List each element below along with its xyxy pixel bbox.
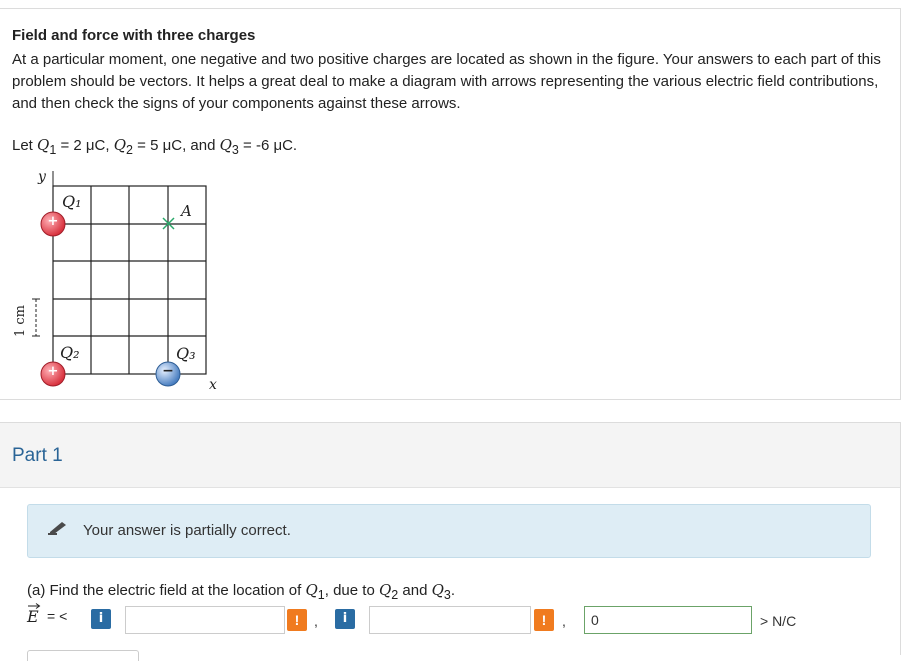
problem-card: Field and force with three charges At a … <box>0 8 901 400</box>
scale-label: 1 cm <box>13 305 28 337</box>
equals-open: = < <box>47 608 68 624</box>
part-section: Part 1 Your answer is partially correct.… <box>0 422 901 661</box>
point-a-label: A <box>179 202 192 220</box>
feedback-text: Your answer is partially correct. <box>83 522 291 539</box>
question-and: and <box>398 582 432 599</box>
q3-symbol: Q <box>219 136 232 154</box>
q2-sub: 2 <box>126 143 133 157</box>
charge-q2-sign: + <box>48 364 59 379</box>
charge-q1-sign: + <box>48 214 59 229</box>
warning-button-y[interactable]: ! <box>534 609 554 631</box>
question-mid: , due to <box>324 582 379 599</box>
q2-symbol: Q <box>113 136 127 154</box>
let-prefix: Let <box>12 137 38 154</box>
q1-value: = 2 μC, <box>56 137 114 154</box>
e-symbol: E <box>27 607 39 626</box>
question-q1: Q <box>305 581 318 599</box>
question-q1-sub: 1 <box>317 588 325 602</box>
question-end: . <box>450 582 456 599</box>
part-header: Part 1 <box>0 423 900 488</box>
part-title: Part 1 <box>12 445 63 466</box>
x-component-input[interactable] <box>125 606 285 634</box>
charge-q3-sign: − <box>162 363 174 379</box>
x-axis-label: x <box>209 377 217 393</box>
question-q3-sub: 3 <box>443 588 451 602</box>
info-button-x[interactable]: i <box>91 609 111 629</box>
question-q2: Q <box>378 581 392 599</box>
charge-q1-label: Q₁ <box>62 192 82 211</box>
answer-row: E = < i ! , i ! , > N/C <box>27 603 877 635</box>
problem-title: Field and force with three charges <box>12 27 256 44</box>
unit-label: > N/C <box>760 613 797 629</box>
charge-values: Let Q1 = 2 μC, Q2 = 5 μC, and Q3 = -6 μC… <box>12 136 297 157</box>
question-q3: Q <box>431 581 444 599</box>
problem-description: At a particular moment, one negative and… <box>12 51 881 112</box>
charge-q3-label: Q₃ <box>176 344 196 363</box>
warning-button-x[interactable]: ! <box>287 609 307 631</box>
y-component-input[interactable] <box>369 606 531 634</box>
q1-symbol: Q <box>37 136 50 154</box>
comma-1: , <box>314 613 318 629</box>
y-axis-label: y <box>37 169 47 185</box>
question-text: (a) Find the electric field at the locat… <box>27 581 455 602</box>
pencil-icon <box>48 522 66 535</box>
z-component-input[interactable] <box>584 606 752 634</box>
scale-bar <box>32 298 40 337</box>
next-element-stub <box>27 650 139 661</box>
comma-2: , <box>562 613 566 629</box>
charge-q2-label: Q₂ <box>60 343 80 362</box>
q3-value: = -6 μC. <box>238 137 298 154</box>
info-button-y[interactable]: i <box>335 609 355 629</box>
feedback-box: Your answer is partially correct. <box>27 504 871 558</box>
q2-value: = 5 μC, and <box>132 137 220 154</box>
charge-figure: y x 1 cm + Q₁ A + Q₂ − Q₃ <box>13 169 217 393</box>
question-prefix: (a) Find the electric field at the locat… <box>27 582 306 599</box>
q3-sub: 3 <box>231 143 239 157</box>
